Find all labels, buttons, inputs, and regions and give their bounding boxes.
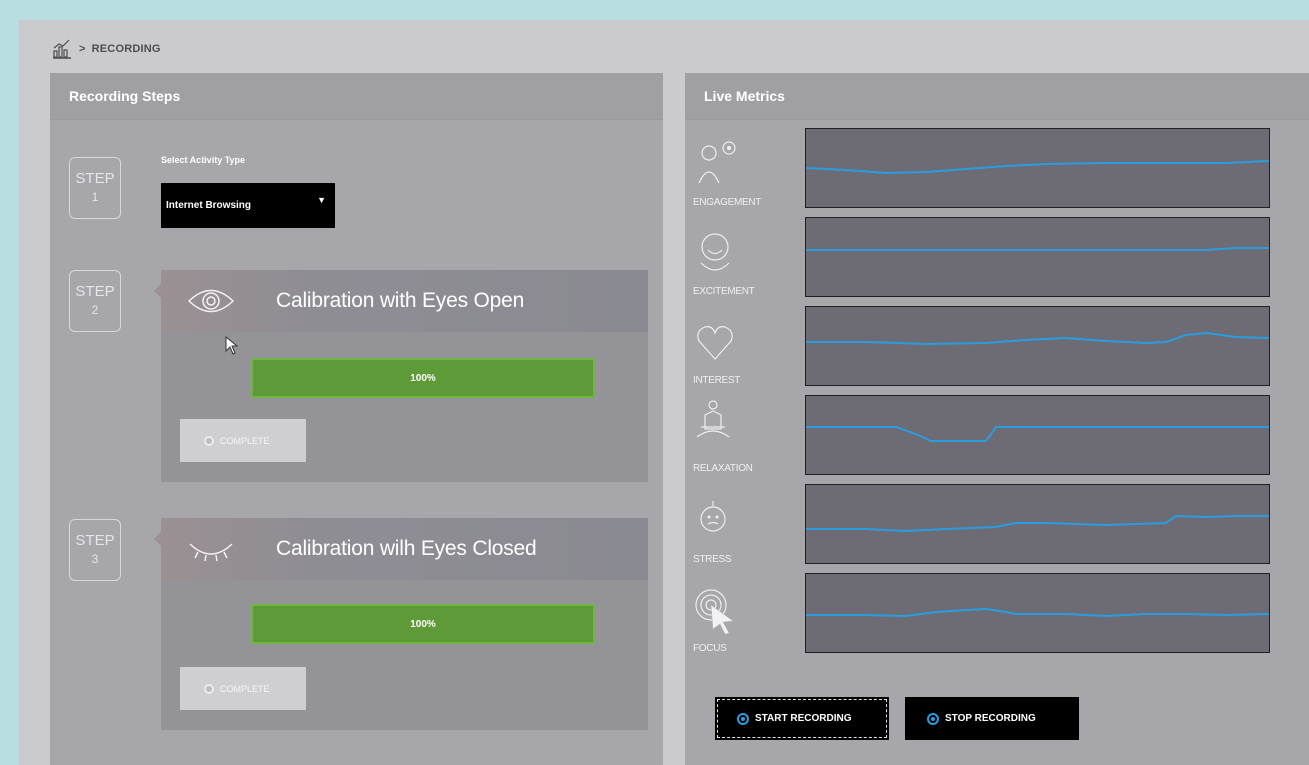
calibration-eyes-open-title: Calibration with Eyes Open	[276, 289, 525, 312]
activity-type-label: Select Activity Type	[161, 155, 246, 165]
home-chart-icon[interactable]	[51, 38, 73, 60]
relaxation-label: RELAXATION	[693, 463, 753, 474]
mouse-cursor-icon	[225, 335, 239, 361]
calibration-eyes-closed-header: Calibration wilh Eyes Closed	[154, 518, 648, 580]
breadcrumb: > RECORDING	[51, 36, 161, 62]
activity-type-select[interactable]: Internet Browsing ▼	[161, 183, 335, 228]
eye-open-icon	[186, 284, 244, 318]
step-number: 2	[91, 303, 99, 317]
interest-label: INTEREST	[693, 375, 741, 386]
stress-icon	[693, 499, 803, 548]
calibration-eyes-open-header: Calibration with Eyes Open	[154, 270, 648, 332]
breadcrumb-current: RECORDING	[91, 43, 161, 55]
engagement-graph	[805, 128, 1270, 208]
engagement-icon	[693, 139, 803, 188]
engagement-label: ENGAGEMENT	[693, 197, 762, 208]
start-recording-button[interactable]: START RECORDING	[715, 697, 889, 740]
start-recording-label: START RECORDING	[755, 713, 852, 724]
focus-icon	[693, 585, 803, 638]
excitement-label: EXCITEMENT	[693, 286, 755, 297]
app-frame: > RECORDING Recording Steps STEP 1 Selec…	[19, 20, 1309, 765]
step-label: STEP	[75, 170, 115, 187]
step-3-badge: STEP 3	[69, 519, 121, 581]
stop-recording-button[interactable]: STOP RECORDING	[905, 697, 1079, 740]
meditation-icon	[693, 399, 803, 448]
focus-graph	[805, 573, 1270, 653]
interest-graph	[805, 306, 1270, 386]
eyes-closed-progress-bar: 100%	[251, 604, 595, 644]
excitement-icon	[693, 229, 803, 278]
step-2-badge: STEP 2	[69, 270, 121, 332]
activity-type-value: Internet Browsing	[166, 200, 252, 211]
status-dot-icon	[204, 683, 214, 694]
progress-label: 100%	[410, 618, 436, 630]
stress-graph	[805, 484, 1270, 564]
record-icon	[927, 712, 939, 725]
dropdown-caret-icon: ▼	[317, 195, 326, 205]
focus-label: FOCUS	[693, 643, 727, 654]
eyes-open-complete-button[interactable]: COMPLETE	[180, 419, 306, 462]
calibration-eyes-closed-title: Calibration wilh Eyes Closed	[276, 537, 537, 560]
live-metrics-panel: Live Metrics ENGAGEMENT EXCITEMENT INTER…	[685, 73, 1309, 765]
complete-label: COMPLETE	[220, 435, 270, 446]
excitement-graph	[805, 217, 1270, 297]
live-metrics-title: Live Metrics	[685, 73, 1309, 120]
eyes-open-progress-bar: 100%	[251, 358, 595, 398]
step-label: STEP	[75, 283, 115, 300]
calibration-eyes-open-card: Calibration with Eyes Open 100% COMPLETE	[154, 270, 648, 482]
eye-closed-icon	[186, 532, 244, 566]
complete-label: COMPLETE	[220, 683, 270, 694]
record-icon	[737, 712, 749, 725]
breadcrumb-separator: >	[79, 43, 86, 55]
eyes-closed-complete-button[interactable]: COMPLETE	[180, 667, 306, 710]
progress-label: 100%	[410, 372, 436, 384]
step-label: STEP	[75, 532, 115, 549]
step-number: 1	[91, 190, 99, 204]
heart-icon	[693, 319, 803, 368]
step-1-badge: STEP 1	[69, 157, 121, 219]
relaxation-graph	[805, 395, 1270, 475]
calibration-eyes-closed-card: Calibration wilh Eyes Closed 100% COMPLE…	[154, 518, 648, 730]
step-number: 3	[91, 552, 99, 566]
stress-label: STRESS	[693, 554, 732, 565]
recording-steps-title: Recording Steps	[50, 73, 663, 120]
recording-steps-panel: Recording Steps STEP 1 Select Activity T…	[50, 73, 663, 765]
stop-recording-label: STOP RECORDING	[945, 713, 1036, 724]
status-dot-icon	[204, 435, 214, 446]
